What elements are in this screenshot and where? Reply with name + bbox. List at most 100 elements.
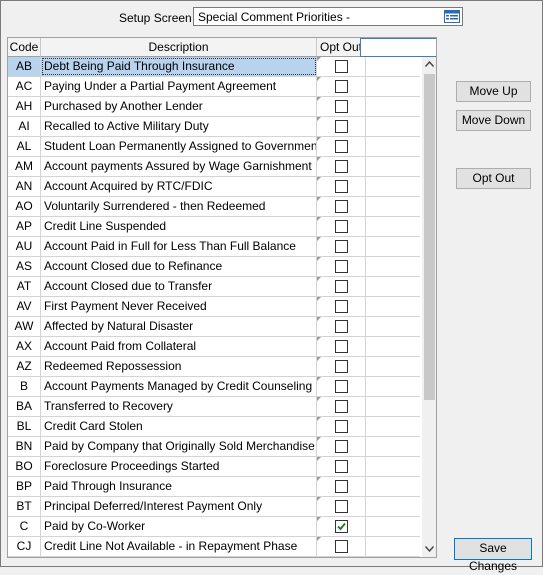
table-row[interactable]: AP Credit Line Suspended — [8, 217, 420, 237]
row-code-cell[interactable]: AC — [8, 77, 41, 96]
scrollbar-thumb[interactable] — [424, 74, 435, 400]
opt-out-checkbox[interactable] — [335, 420, 348, 433]
table-row[interactable]: AC Paying Under a Partial Payment Agreeme… — [8, 77, 420, 97]
row-code-cell[interactable]: AS — [8, 257, 41, 276]
opt-out-checkbox[interactable] — [335, 200, 348, 213]
table-row[interactable]: AV First Payment Never Received — [8, 297, 420, 317]
table-row[interactable]: BO Foreclosure Proceedings Started — [8, 457, 420, 477]
row-description-cell[interactable]: Transferred to Recovery — [41, 397, 317, 416]
table-row[interactable]: AX Account Paid from Collateral — [8, 337, 420, 357]
row-description-cell[interactable]: Credit Card Stolen — [41, 417, 317, 436]
row-code-cell[interactable]: B — [8, 377, 41, 396]
row-description-cell[interactable]: Credit Line Not Available - in Repayment… — [41, 537, 317, 556]
row-code-cell[interactable]: BL — [8, 417, 41, 436]
table-row[interactable]: BN Paid by Company that Originally Sold M… — [8, 437, 420, 457]
table-row[interactable]: AH Purchased by Another Lender — [8, 97, 420, 117]
row-code-cell[interactable]: BA — [8, 397, 41, 416]
row-description-cell[interactable]: Foreclosure Proceedings Started — [41, 457, 317, 476]
row-description-cell[interactable]: Paid by Co-Worker — [41, 517, 317, 536]
opt-out-checkbox[interactable] — [335, 240, 348, 253]
opt-out-checkbox[interactable] — [335, 440, 348, 453]
table-row[interactable]: AT Account Closed due to Transfer — [8, 277, 420, 297]
row-description-cell[interactable]: Account Closed due to Transfer — [41, 277, 317, 296]
move-up-button[interactable]: Move Up — [456, 81, 531, 102]
table-row[interactable]: AM Account payments Assured by Wage Garni… — [8, 157, 420, 177]
table-row[interactable]: AW Affected by Natural Disaster — [8, 317, 420, 337]
table-row[interactable]: AN Account Acquired by RTC/FDIC — [8, 177, 420, 197]
opt-out-checkbox[interactable] — [335, 80, 348, 93]
column-filter-input[interactable] — [360, 38, 436, 57]
row-code-cell[interactable]: AT — [8, 277, 41, 296]
opt-out-checkbox[interactable] — [335, 480, 348, 493]
row-code-cell[interactable]: AI — [8, 117, 41, 136]
opt-out-button[interactable]: Opt Out — [456, 168, 531, 189]
column-header-description[interactable]: Description — [41, 38, 317, 57]
opt-out-checkbox[interactable] — [335, 320, 348, 333]
table-row[interactable]: AU Account Paid in Full for Less Than Ful… — [8, 237, 420, 257]
row-code-cell[interactable]: BT — [8, 497, 41, 516]
row-code-cell[interactable]: AZ — [8, 357, 41, 376]
row-description-cell[interactable]: Debt Being Paid Through Insurance — [41, 57, 317, 76]
move-down-button[interactable]: Move Down — [456, 110, 531, 131]
opt-out-checkbox[interactable] — [335, 400, 348, 413]
opt-out-checkbox[interactable] — [335, 280, 348, 293]
row-code-cell[interactable]: AV — [8, 297, 41, 316]
table-row[interactable]: AZ Redeemed Repossession — [8, 357, 420, 377]
table-row[interactable]: AO Voluntarily Surrendered - then Redeeme… — [8, 197, 420, 217]
row-code-cell[interactable]: AM — [8, 157, 41, 176]
opt-out-checkbox[interactable] — [335, 540, 348, 553]
table-row[interactable]: BP Paid Through Insurance — [8, 477, 420, 497]
row-code-cell[interactable]: AL — [8, 137, 41, 156]
table-row[interactable]: BT Principal Deferred/Interest Payment On… — [8, 497, 420, 517]
row-description-cell[interactable]: Account payments Assured by Wage Garnish… — [41, 157, 317, 176]
row-code-cell[interactable]: BO — [8, 457, 41, 476]
vertical-scrollbar[interactable] — [422, 57, 436, 557]
row-code-cell[interactable]: AX — [8, 337, 41, 356]
table-row[interactable]: BL Credit Card Stolen — [8, 417, 420, 437]
table-row[interactable]: AI Recalled to Active Military Duty — [8, 117, 420, 137]
row-description-cell[interactable]: Affected by Natural Disaster — [41, 317, 317, 336]
opt-out-checkbox[interactable] — [335, 140, 348, 153]
row-code-cell[interactable]: AU — [8, 237, 41, 256]
table-row[interactable]: AL Student Loan Permanently Assigned to G… — [8, 137, 420, 157]
row-code-cell[interactable]: C — [8, 517, 41, 536]
opt-out-checkbox[interactable] — [335, 180, 348, 193]
row-description-cell[interactable]: Recalled to Active Military Duty — [41, 117, 317, 136]
opt-out-checkbox[interactable] — [335, 260, 348, 273]
row-code-cell[interactable]: AP — [8, 217, 41, 236]
opt-out-checkbox[interactable] — [335, 300, 348, 313]
row-description-cell[interactable]: Principal Deferred/Interest Payment Only — [41, 497, 317, 516]
column-header-opt-out[interactable]: Opt Out — [317, 38, 366, 57]
opt-out-checkbox[interactable] — [335, 60, 348, 73]
row-description-cell[interactable]: Paid Through Insurance — [41, 477, 317, 496]
opt-out-checkbox[interactable] — [335, 160, 348, 173]
opt-out-checkbox[interactable] — [335, 460, 348, 473]
table-row[interactable]: BA Transferred to Recovery — [8, 397, 420, 417]
row-description-cell[interactable]: Redeemed Repossession — [41, 357, 317, 376]
opt-out-checkbox[interactable] — [335, 500, 348, 513]
row-code-cell[interactable]: CJ — [8, 537, 41, 556]
row-description-cell[interactable]: Student Loan Permanently Assigned to Gov… — [41, 137, 317, 156]
row-description-cell[interactable]: Voluntarily Surrendered - then Redeemed — [41, 197, 317, 216]
chevron-up-icon[interactable] — [422, 57, 436, 72]
row-description-cell[interactable]: Account Paid in Full for Less Than Full … — [41, 237, 317, 256]
table-row[interactable]: CJ Credit Line Not Available - in Repayme… — [8, 537, 420, 557]
table-row[interactable]: C Paid by Co-Worker — [8, 517, 420, 537]
row-description-cell[interactable]: Paid by Company that Originally Sold Mer… — [41, 437, 317, 456]
row-code-cell[interactable]: AB — [8, 57, 41, 76]
row-code-cell[interactable]: AO — [8, 197, 41, 216]
row-description-cell[interactable]: Paying Under a Partial Payment Agreement — [41, 77, 317, 96]
row-description-cell[interactable]: Account Payments Managed by Credit Couns… — [41, 377, 317, 396]
row-code-cell[interactable]: AW — [8, 317, 41, 336]
row-description-cell[interactable]: Purchased by Another Lender — [41, 97, 317, 116]
table-row[interactable]: AB Debt Being Paid Through Insurance — [8, 57, 420, 77]
row-code-cell[interactable]: AH — [8, 97, 41, 116]
opt-out-checkbox[interactable] — [335, 220, 348, 233]
opt-out-checkbox[interactable] — [335, 340, 348, 353]
opt-out-checkbox[interactable] — [335, 380, 348, 393]
opt-out-checkbox[interactable] — [335, 360, 348, 373]
row-description-cell[interactable]: First Payment Never Received — [41, 297, 317, 316]
setup-screen-combo[interactable]: Special Comment Priorities - — [193, 7, 463, 26]
opt-out-checkbox[interactable] — [335, 100, 348, 113]
table-row[interactable]: B Account Payments Managed by Credit Coun… — [8, 377, 420, 397]
